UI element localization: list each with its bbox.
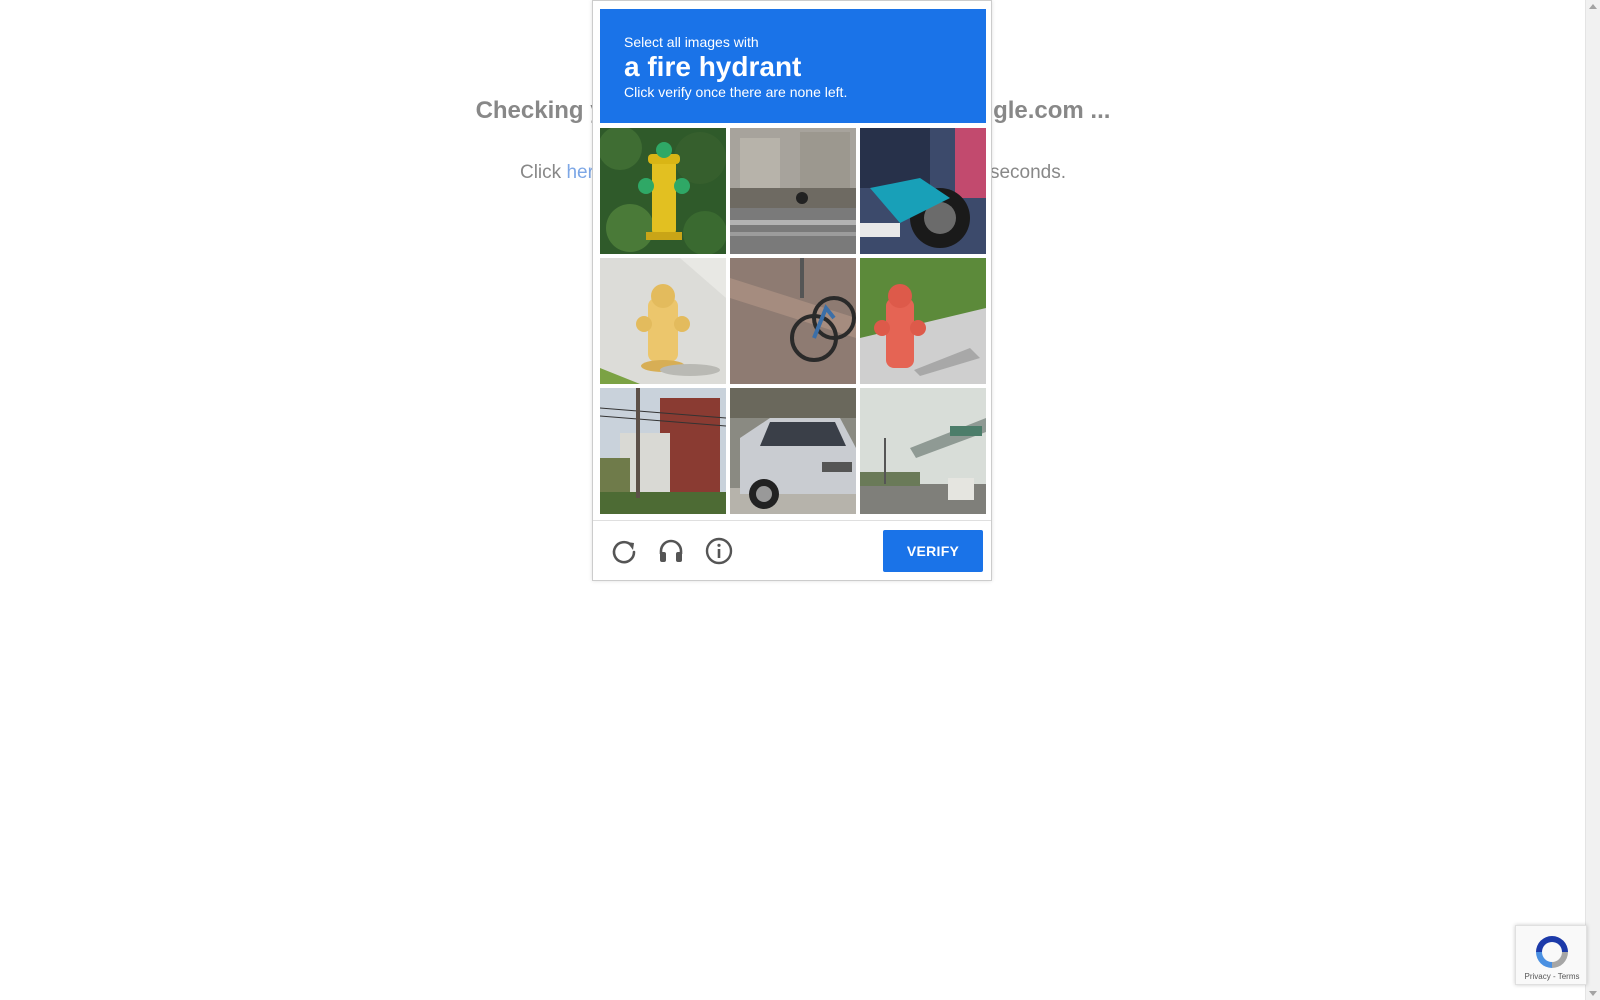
- recaptcha-badge[interactable]: Privacy - Terms: [1515, 925, 1587, 985]
- captcha-tile-3[interactable]: [860, 128, 986, 254]
- captcha-tile-8[interactable]: [730, 388, 856, 514]
- captcha-target: a fire hydrant: [624, 51, 802, 82]
- captcha-tile-6[interactable]: [860, 258, 986, 384]
- bicycle-image: [730, 258, 856, 384]
- car-image: [730, 388, 856, 514]
- captcha-tile-7[interactable]: [600, 388, 726, 514]
- captcha-tile-9[interactable]: [860, 388, 986, 514]
- scroll-up-icon[interactable]: [1589, 4, 1597, 9]
- captcha-tile-1[interactable]: [600, 128, 726, 254]
- motorcycle-image: [860, 128, 986, 254]
- captcha-tile-2[interactable]: [730, 128, 856, 254]
- captcha-tile-4[interactable]: [600, 258, 726, 384]
- road-image: [730, 128, 856, 254]
- reload-icon[interactable]: [609, 536, 639, 566]
- captcha-header: Select all images with a fire hydrant Cl…: [600, 9, 986, 123]
- captcha-challenge: Select all images with a fire hydrant Cl…: [592, 0, 992, 581]
- captcha-instruction: Select all images with: [624, 34, 759, 50]
- highway-image: [860, 388, 986, 514]
- recaptcha-logo-icon: [1536, 936, 1568, 968]
- hydrant-image: [600, 258, 726, 384]
- verify-button[interactable]: VERIFY: [883, 530, 983, 572]
- headphones-icon[interactable]: [656, 536, 686, 566]
- hydrant-image: [600, 128, 726, 254]
- redirect-prefix: Click: [519, 162, 567, 183]
- captcha-footer: VERIFY: [593, 520, 991, 580]
- scroll-down-icon[interactable]: [1589, 991, 1597, 996]
- info-icon[interactable]: [704, 536, 734, 566]
- captcha-image-grid: [600, 128, 986, 516]
- captcha-tile-5[interactable]: [730, 258, 856, 384]
- vertical-scrollbar[interactable]: [1585, 0, 1600, 1000]
- recaptcha-privacy-terms[interactable]: Privacy - Terms: [1516, 972, 1588, 981]
- hydrant-image: [860, 258, 986, 384]
- captcha-hint: Click verify once there are none left.: [624, 84, 848, 100]
- houses-image: [600, 388, 726, 514]
